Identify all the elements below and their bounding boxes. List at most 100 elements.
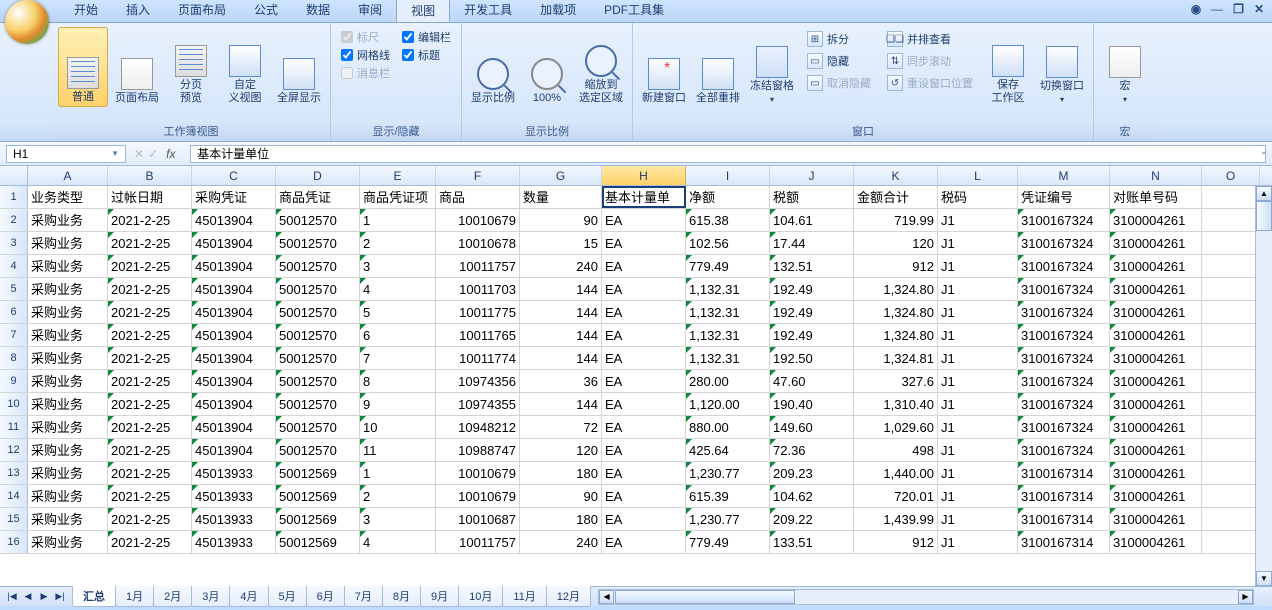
cell[interactable]: 45013904 [192,347,276,369]
cell[interactable] [1202,301,1260,323]
cell[interactable]: 1,324.80 [854,324,938,346]
cell[interactable]: 102.56 [686,232,770,254]
cell[interactable]: 3100004261 [1110,232,1202,254]
fx-icon[interactable]: fx [166,147,182,161]
cell[interactable]: 6 [360,324,436,346]
cell[interactable]: 10010679 [436,462,520,484]
column-header-G[interactable]: G [520,166,602,185]
column-header-F[interactable]: F [436,166,520,185]
cell[interactable]: 615.39 [686,485,770,507]
cell[interactable]: EA [602,531,686,553]
cell[interactable]: 144 [520,393,602,415]
cell[interactable]: 采购业务 [28,324,108,346]
cell[interactable]: 1,132.31 [686,324,770,346]
column-header-E[interactable]: E [360,166,436,185]
cell[interactable]: 2021-2-25 [108,324,192,346]
column-header-B[interactable]: B [108,166,192,185]
cell[interactable]: 10010679 [436,209,520,231]
cell[interactable]: 72.36 [770,439,854,461]
cell[interactable]: 1,324.80 [854,278,938,300]
cell[interactable]: 采购业务 [28,531,108,553]
cell[interactable] [1202,508,1260,530]
gridlines-checkbox[interactable]: 网格线 [341,47,390,63]
vertical-scrollbar[interactable]: ▲ ▼ [1255,186,1272,586]
cell[interactable]: 192.49 [770,301,854,323]
cell[interactable]: 3100167324 [1018,347,1110,369]
sheet-tab-汇总[interactable]: 汇总 [72,586,116,607]
cell[interactable]: 779.49 [686,255,770,277]
cell[interactable]: 3100167324 [1018,232,1110,254]
cell[interactable]: EA [602,439,686,461]
menu-tab-PDF工具集[interactable]: PDF工具集 [590,0,678,22]
cell[interactable]: 36 [520,370,602,392]
cell[interactable]: 3100167314 [1018,485,1110,507]
column-header-J[interactable]: J [770,166,854,185]
cell[interactable]: EA [602,278,686,300]
cell[interactable]: EA [602,324,686,346]
cell[interactable]: 50012570 [276,416,360,438]
cell[interactable]: 615.38 [686,209,770,231]
scroll-left-icon[interactable]: ◀ [599,590,614,604]
cell[interactable]: 8 [360,370,436,392]
cell[interactable]: 采购业务 [28,370,108,392]
zoom-button[interactable]: 显示比例 [468,27,518,107]
cell[interactable]: 180 [520,462,602,484]
cell[interactable] [1202,186,1260,208]
cell[interactable]: 104.61 [770,209,854,231]
cell[interactable]: 1,029.60 [854,416,938,438]
cell[interactable]: EA [602,232,686,254]
view-custom-views-button[interactable]: 自定 义视图 [220,27,270,107]
menu-tab-开始[interactable]: 开始 [60,0,112,22]
cell[interactable]: 149.60 [770,416,854,438]
cell[interactable]: 1,132.31 [686,347,770,369]
cell[interactable]: 45013933 [192,485,276,507]
view-normal-button[interactable]: 普通 [58,27,108,107]
cell[interactable] [1202,347,1260,369]
scroll-right-icon[interactable]: ▶ [1238,590,1253,604]
row-header-8[interactable]: 8 [0,347,28,369]
sheet-tab-9月[interactable]: 9月 [420,586,459,607]
sheet-tab-6月[interactable]: 6月 [306,586,345,607]
cell[interactable]: 采购业务 [28,439,108,461]
cell[interactable]: 50012570 [276,301,360,323]
cell[interactable]: 商品 [436,186,520,208]
menu-tab-页面布局[interactable]: 页面布局 [164,0,240,22]
cell[interactable] [1202,209,1260,231]
cell[interactable]: 净额 [686,186,770,208]
cell[interactable]: 45013904 [192,232,276,254]
cell[interactable]: 240 [520,255,602,277]
cell[interactable]: 2021-2-25 [108,531,192,553]
scroll-down-icon[interactable]: ▼ [1256,571,1272,586]
cell[interactable]: 3100004261 [1110,324,1202,346]
cell[interactable]: 327.6 [854,370,938,392]
row-header-2[interactable]: 2 [0,209,28,231]
cell[interactable]: 45013904 [192,370,276,392]
cell[interactable]: 对账单号码 [1110,186,1202,208]
cell[interactable]: 72 [520,416,602,438]
cell[interactable]: EA [602,255,686,277]
cell[interactable]: 2 [360,232,436,254]
sheet-tab-2月[interactable]: 2月 [153,586,192,607]
cell[interactable]: 3100167314 [1018,531,1110,553]
cell[interactable]: 10011775 [436,301,520,323]
cell[interactable]: J1 [938,232,1018,254]
row-header-3[interactable]: 3 [0,232,28,254]
cell[interactable]: 90 [520,485,602,507]
headings-checkbox[interactable]: 标题 [402,47,451,63]
sheet-tab-7月[interactable]: 7月 [344,586,383,607]
menu-tab-插入[interactable]: 插入 [112,0,164,22]
cell[interactable] [1202,232,1260,254]
cell[interactable]: 商品凭证 [276,186,360,208]
cell[interactable]: 132.51 [770,255,854,277]
cell[interactable]: 税额 [770,186,854,208]
sheet-tab-10月[interactable]: 10月 [458,586,503,607]
cell[interactable]: 1 [360,209,436,231]
vscroll-thumb[interactable] [1256,201,1272,231]
cell[interactable]: 45013904 [192,393,276,415]
cell[interactable]: 3100167324 [1018,255,1110,277]
cell[interactable]: EA [602,209,686,231]
sheet-tab-12月[interactable]: 12月 [546,586,591,607]
cell[interactable]: 基本计量单 [602,186,686,208]
sheet-tab-5月[interactable]: 5月 [268,586,307,607]
arrange-all-button[interactable]: 全部重排 [693,27,743,107]
